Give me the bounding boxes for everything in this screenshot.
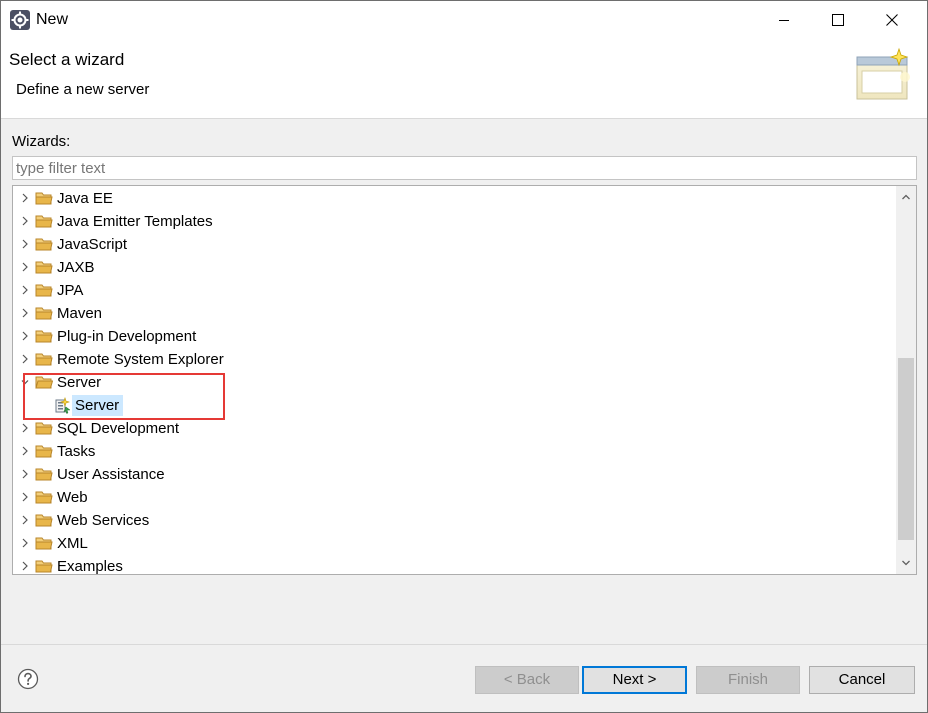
finish-button[interactable]: Finish	[696, 666, 800, 694]
chevron-right-icon[interactable]	[20, 239, 30, 249]
folder-icon	[35, 238, 53, 251]
scroll-down-button[interactable]	[896, 552, 916, 574]
folder-icon	[35, 330, 53, 343]
chevron-right-icon[interactable]	[20, 216, 30, 226]
folder-icon	[35, 422, 53, 435]
folder-icon	[35, 491, 53, 504]
chevron-right-icon[interactable]	[20, 423, 30, 433]
tree-item-label: Web	[57, 489, 88, 506]
tree-item-label: User Assistance	[57, 466, 165, 483]
close-icon	[886, 14, 898, 26]
tree-scrollbar[interactable]	[896, 186, 916, 574]
scroll-up-button[interactable]	[896, 186, 916, 208]
chevron-down-icon	[902, 560, 910, 566]
tree-item-label: Maven	[57, 305, 103, 322]
wizard-tree[interactable]: Java EE Java Emitter Templates JavaScrip…	[12, 185, 917, 575]
folder-icon	[35, 468, 53, 481]
maximize-button[interactable]	[811, 1, 865, 39]
tree-item-label: Plug-in Development	[57, 328, 197, 345]
help-icon[interactable]	[17, 668, 39, 690]
tree-item-examples[interactable]: Examples	[13, 555, 896, 575]
tree-item-sql-development[interactable]: SQL Development	[13, 417, 896, 440]
highlight-annotation-box	[23, 373, 225, 420]
tree-item-java-emitter-templates[interactable]: Java Emitter Templates	[13, 210, 896, 233]
title-bar[interactable]: New	[1, 1, 927, 39]
chevron-right-icon[interactable]	[20, 331, 30, 341]
folder-icon	[35, 192, 53, 205]
new-wizard-dialog: New Select a wizard Define a new server	[0, 0, 928, 713]
folder-icon	[35, 560, 53, 573]
chevron-right-icon[interactable]	[20, 515, 30, 525]
tree-item-label: JAXB	[57, 259, 95, 276]
filter-input[interactable]	[12, 156, 917, 180]
folder-icon	[35, 514, 53, 527]
tree-item-web-services[interactable]: Web Services	[13, 509, 896, 532]
chevron-right-icon[interactable]	[20, 262, 30, 272]
tree-item-remote-system-explorer[interactable]: Remote System Explorer	[13, 348, 896, 371]
chevron-right-icon[interactable]	[20, 492, 30, 502]
tree-item-label: Tasks	[57, 443, 96, 460]
tree-item-label: XML	[57, 535, 88, 552]
wizards-label: Wizards:	[12, 133, 71, 150]
tree-item-plug-in-development[interactable]: Plug-in Development	[13, 325, 896, 348]
folder-icon	[35, 215, 53, 228]
chevron-right-icon[interactable]	[20, 308, 30, 318]
tree-item-maven[interactable]: Maven	[13, 302, 896, 325]
chevron-right-icon[interactable]	[20, 193, 30, 203]
tree-item-label: Examples	[57, 558, 123, 575]
folder-icon	[35, 284, 53, 297]
banner-title: Select a wizard	[9, 50, 125, 69]
tree-item-label: JPA	[57, 282, 84, 299]
folder-icon	[35, 445, 53, 458]
cancel-button[interactable]: Cancel	[809, 666, 915, 694]
tree-item-label: JavaScript	[57, 236, 128, 253]
maximize-icon	[832, 14, 844, 26]
scroll-thumb[interactable]	[898, 358, 914, 540]
tree-item-tasks[interactable]: Tasks	[13, 440, 896, 463]
tree-item-label: SQL Development	[57, 420, 180, 437]
chevron-right-icon[interactable]	[20, 285, 30, 295]
wizard-window-sparkle-icon	[856, 47, 910, 100]
chevron-right-icon[interactable]	[20, 446, 30, 456]
tree-item-label: Web Services	[57, 512, 150, 529]
tree-item-java-ee[interactable]: Java EE	[13, 187, 896, 210]
folder-icon	[35, 353, 53, 366]
folder-icon	[35, 307, 53, 320]
tree-item-web[interactable]: Web	[13, 486, 896, 509]
tree-item-jpa[interactable]: JPA	[13, 279, 896, 302]
tree-item-xml[interactable]: XML	[13, 532, 896, 555]
folder-icon	[35, 537, 53, 550]
tree-item-jaxb[interactable]: JAXB	[13, 256, 896, 279]
tree-item-label: Java Emitter Templates	[57, 213, 213, 230]
banner-description: Define a new server	[16, 81, 150, 98]
wizard-banner: Select a wizard Define a new server	[1, 39, 927, 119]
chevron-right-icon[interactable]	[20, 469, 30, 479]
back-button[interactable]: < Back	[475, 666, 579, 694]
window-title: New	[36, 11, 69, 28]
tree-item-label: Java EE	[57, 190, 113, 207]
chevron-right-icon[interactable]	[20, 561, 30, 571]
tree-item-label: Remote System Explorer	[57, 351, 224, 368]
tree-item-javascript[interactable]: JavaScript	[13, 233, 896, 256]
minimize-button[interactable]	[757, 1, 811, 39]
next-button[interactable]: Next >	[582, 666, 687, 694]
close-button[interactable]	[865, 1, 919, 39]
chevron-right-icon[interactable]	[20, 354, 30, 364]
tree-item-user-assistance[interactable]: User Assistance	[13, 463, 896, 486]
folder-icon	[35, 261, 53, 274]
footer-separator	[1, 644, 927, 645]
chevron-right-icon[interactable]	[20, 538, 30, 548]
eclipse-gear-icon	[10, 10, 30, 30]
minimize-icon	[779, 20, 789, 21]
chevron-up-icon	[902, 194, 910, 200]
